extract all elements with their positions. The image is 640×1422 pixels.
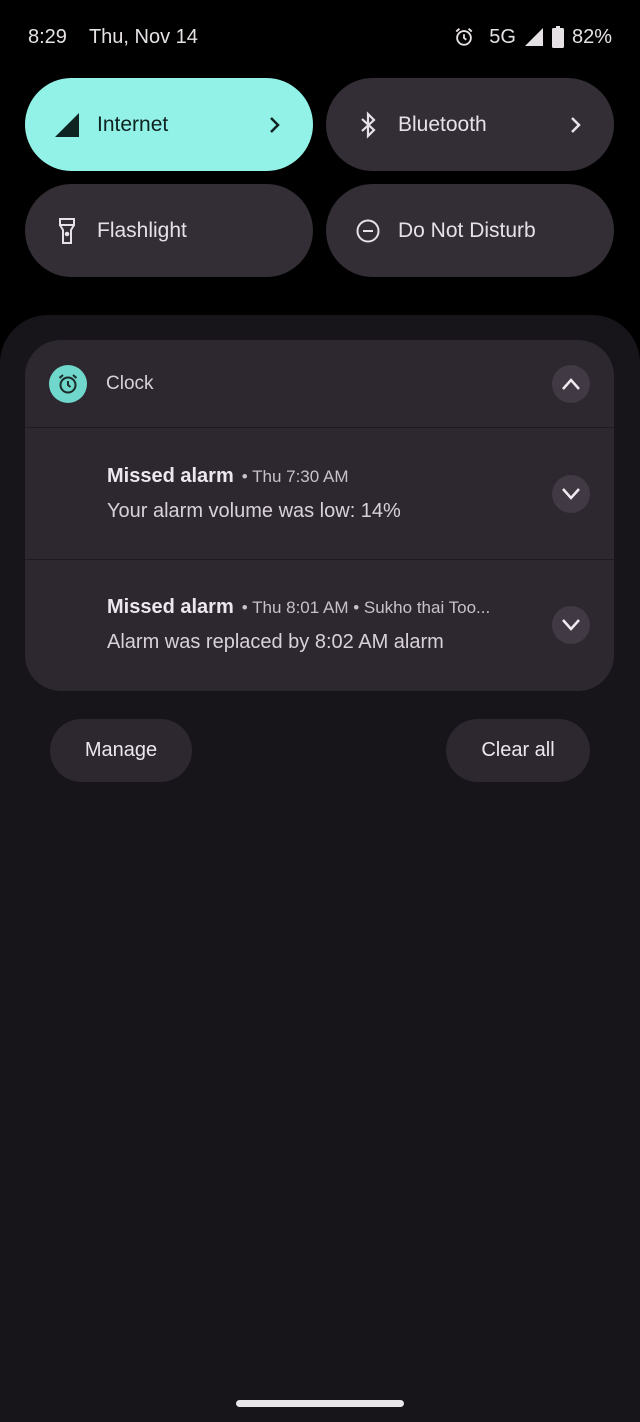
- chevron-up-icon: [562, 377, 580, 390]
- notification-meta: • Thu 8:01 AM • Sukho thai Too...: [241, 598, 491, 617]
- notification-item[interactable]: Missed alarm • Thu 8:01 AM • Sukho thai …: [25, 559, 614, 690]
- status-time: 8:29: [28, 25, 67, 48]
- do-not-disturb-icon: [354, 217, 382, 245]
- alarm-icon: [453, 26, 475, 48]
- notification-body: Your alarm volume was low: 14%: [107, 499, 401, 522]
- app-name: Clock: [106, 372, 154, 394]
- expand-notification-button[interactable]: [552, 606, 590, 644]
- notification-item[interactable]: Missed alarm • Thu 7:30 AM Your alarm vo…: [25, 428, 614, 559]
- status-date: Thu, Nov 14: [88, 25, 198, 48]
- collapse-group-button[interactable]: [552, 364, 590, 403]
- notification-group-header[interactable]: Clock: [25, 340, 614, 428]
- quick-settings-tiles: Internet Bluetooth Flashlight Do Not Dis…: [25, 78, 614, 277]
- chevron-right-icon: [566, 115, 586, 135]
- notification-body: Alarm was replaced by 8:02 AM alarm: [107, 631, 444, 653]
- signal-icon: [524, 27, 544, 47]
- network-type: 5G: [489, 25, 516, 48]
- tile-label: Do Not Disturb: [398, 218, 536, 242]
- clear-all-button[interactable]: Clear all: [446, 719, 590, 782]
- battery-percent: 82%: [571, 25, 612, 48]
- battery-icon: [551, 26, 564, 48]
- manage-button[interactable]: Manage: [50, 719, 192, 782]
- notification-title: Missed alarm: [107, 464, 234, 487]
- bluetooth-icon: [354, 110, 382, 139]
- chevron-down-icon: [562, 619, 580, 631]
- tile-do-not-disturb[interactable]: Do Not Disturb: [326, 184, 614, 277]
- notification-group-clock: Clock Missed alarm • Thu 7:30 AM Your al…: [25, 340, 614, 691]
- notification-meta: • Thu 7:30 AM: [241, 466, 349, 486]
- status-bar: 8:29 Thu, Nov 14 5G 82%: [0, 0, 640, 74]
- expand-notification-button[interactable]: [552, 474, 590, 513]
- tile-internet[interactable]: Internet: [25, 78, 313, 171]
- tile-flashlight[interactable]: Flashlight: [25, 184, 313, 277]
- notification-title: Missed alarm: [107, 596, 234, 618]
- tile-label: Flashlight: [97, 218, 187, 242]
- tile-bluetooth[interactable]: Bluetooth: [326, 78, 614, 171]
- flashlight-icon: [53, 217, 81, 245]
- tile-label: Internet: [97, 112, 169, 136]
- tile-label: Bluetooth: [398, 112, 487, 136]
- alarm-clock-icon: [49, 364, 87, 403]
- chevron-down-icon: [562, 487, 580, 500]
- chevron-right-icon: [265, 115, 285, 135]
- cellular-signal-icon: [53, 111, 81, 139]
- gesture-navigation-handle[interactable]: [236, 1400, 404, 1407]
